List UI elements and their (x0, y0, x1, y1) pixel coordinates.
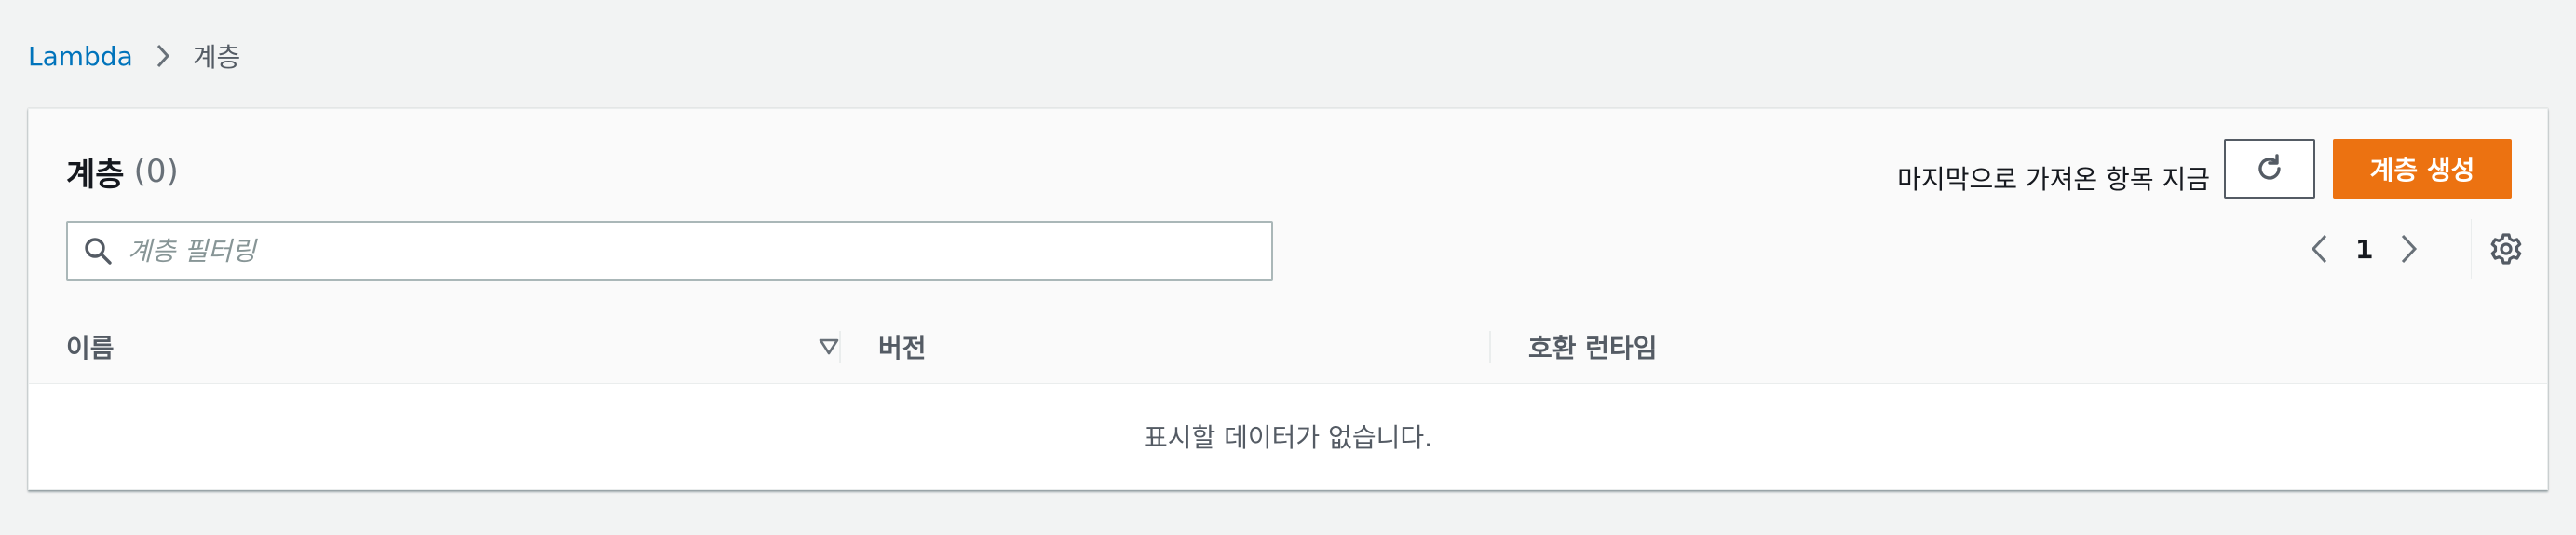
pager-divider (2471, 219, 2472, 279)
column-divider[interactable] (1489, 331, 1491, 363)
column-divider[interactable] (839, 331, 841, 363)
search-icon (83, 236, 113, 266)
breadcrumb: Lambda 계층 (28, 37, 240, 75)
chevron-right-icon[interactable] (2399, 232, 2420, 266)
sort-down-icon[interactable] (819, 338, 839, 355)
panel-header: 계층 (0) 마지막으로 가져온 항목 지금 계층 생성 계층 필터링 1 (29, 109, 2547, 311)
column-header-runtime: 호환 런타임 (1528, 310, 1658, 383)
layers-panel: 계층 (0) 마지막으로 가져온 항목 지금 계층 생성 계층 필터링 1 이름… (28, 108, 2548, 490)
column-label-runtime: 호환 런타임 (1528, 333, 1658, 364)
column-header-version: 버전 (878, 310, 927, 383)
page-title: 계층 (0) (66, 148, 179, 195)
last-fetched-text: 마지막으로 가져온 항목 지금 (1897, 164, 2210, 195)
column-label-name: 이름 (66, 333, 115, 364)
refresh-icon (2254, 153, 2285, 185)
table-header: 이름 버전 호환 런타임 (29, 310, 2547, 384)
chevron-left-icon[interactable] (2309, 232, 2329, 266)
search-field[interactable] (66, 221, 1273, 281)
column-label-version: 버전 (878, 333, 927, 364)
gear-icon (2489, 232, 2523, 266)
column-header-name[interactable]: 이름 (66, 310, 839, 383)
page-number[interactable]: 1 (2355, 234, 2373, 265)
chevron-right-icon (156, 44, 170, 68)
search-input[interactable] (126, 234, 1271, 268)
refresh-button[interactable] (2224, 139, 2315, 199)
breadcrumb-lambda-link[interactable]: Lambda (28, 41, 133, 72)
pagination: 1 (2309, 219, 2420, 279)
create-layer-button[interactable]: 계층 생성 (2333, 139, 2512, 199)
breadcrumb-current: 계층 (192, 42, 241, 73)
item-count: (0) (133, 153, 179, 190)
settings-button[interactable] (2488, 230, 2525, 268)
title-text: 계층 (66, 156, 125, 194)
empty-state-message: 표시할 데이터가 없습니다. (1143, 422, 1433, 453)
